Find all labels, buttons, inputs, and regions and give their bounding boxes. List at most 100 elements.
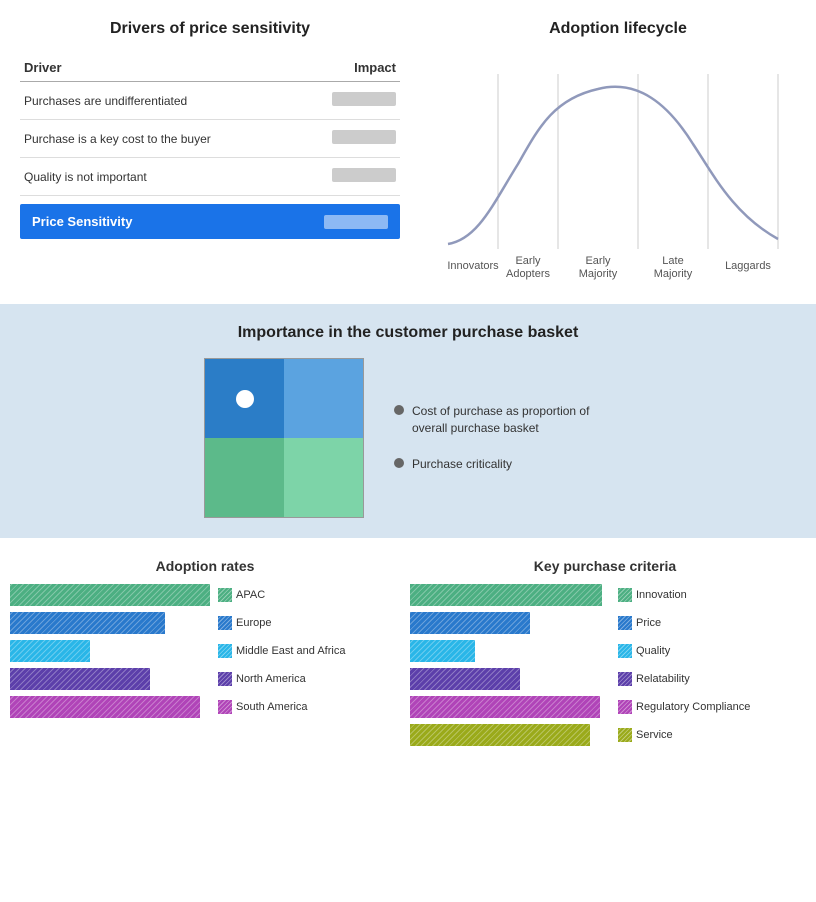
bar-legend: Quality	[618, 644, 776, 658]
quadrant-4	[284, 438, 363, 517]
bar-label-text: Quality	[636, 645, 776, 657]
bar-legend: North America	[218, 672, 376, 686]
bar-label-text: Innovation	[636, 589, 776, 601]
bar-container	[10, 612, 210, 634]
quadrant-2	[284, 359, 363, 438]
driver-impact	[297, 82, 400, 120]
bar-row: Price	[410, 612, 800, 634]
bar-legend: Middle East and Africa	[218, 644, 376, 658]
bar-hatch	[410, 640, 475, 662]
bar-label-text: South America	[236, 701, 376, 713]
bar-hatch	[410, 584, 602, 606]
bar	[10, 584, 210, 606]
middle-section: Importance in the customer purchase bask…	[0, 304, 816, 538]
legend-dot-1	[394, 405, 404, 415]
bar-hatch-icon	[218, 616, 232, 630]
bar-hatch	[10, 696, 200, 718]
table-row: Purchases are undifferentiated	[20, 82, 400, 120]
svg-text:Early: Early	[585, 255, 611, 267]
bar-label-text: Relatability	[636, 673, 776, 685]
bar-hatch-icon	[618, 700, 632, 714]
lifecycle-svg: Innovators Early Adopters Early Majority…	[438, 54, 798, 294]
bar-label-text: Price	[636, 617, 776, 629]
key-purchase-criteria: Key purchase criteria Innovation Price Qua…	[410, 558, 800, 752]
bar	[410, 724, 590, 746]
svg-text:Adopters: Adopters	[506, 268, 551, 280]
bar-container	[10, 668, 210, 690]
bar-legend: APAC	[218, 588, 376, 602]
right-panel: Adoption lifecycle Innovators Early Adop…	[420, 10, 816, 304]
bar	[410, 640, 475, 662]
adoption-rates-title: Adoption rates	[10, 558, 400, 574]
price-sensitivity-badge	[324, 215, 388, 229]
bar-container	[410, 724, 610, 746]
bar-hatch	[10, 668, 150, 690]
bar-legend: Relatability	[618, 672, 776, 686]
bar-row: Innovation	[410, 584, 800, 606]
col-impact: Impact	[297, 54, 400, 82]
medium-badge	[332, 92, 396, 106]
top-section: Drivers of price sensitivity Driver Impa…	[0, 0, 816, 304]
bar-label-text: Service	[636, 729, 776, 741]
legend-item-2: Purchase criticality	[394, 456, 612, 473]
bar-hatch-icon	[618, 616, 632, 630]
bar-hatch	[410, 724, 590, 746]
bar-legend: Service	[618, 728, 776, 742]
legend-text-2: Purchase criticality	[412, 456, 512, 473]
bar	[10, 612, 165, 634]
bar-hatch-icon	[618, 644, 632, 658]
bar-row: APAC	[10, 584, 400, 606]
svg-text:Late: Late	[662, 255, 683, 267]
bar-container	[410, 612, 610, 634]
bar-legend: South America	[218, 700, 376, 714]
bar-hatch-icon	[618, 728, 632, 742]
driver-name: Quality is not important	[20, 158, 297, 196]
bar-label-text: APAC	[236, 589, 376, 601]
driver-impact	[297, 120, 400, 158]
quadrant-box	[204, 358, 364, 518]
svg-text:Majority: Majority	[654, 268, 693, 280]
bar	[410, 584, 602, 606]
bottom-section: Adoption rates APAC Europe Middle East and…	[0, 538, 816, 762]
bar-hatch	[410, 696, 600, 718]
drivers-title: Drivers of price sensitivity	[20, 20, 400, 38]
bar-label-text: Regulatory Compliance	[636, 701, 776, 713]
bar-hatch	[410, 668, 520, 690]
table-row: Quality is not important	[20, 158, 400, 196]
bar-hatch	[410, 612, 530, 634]
svg-text:Innovators: Innovators	[447, 260, 499, 272]
driver-name: Purchases are undifferentiated	[20, 82, 297, 120]
bar-container	[10, 584, 210, 606]
purchase-bar-chart: Innovation Price Quality Relatability Regula…	[410, 584, 800, 746]
bar	[410, 612, 530, 634]
lifecycle-chart: Innovators Early Adopters Early Majority…	[438, 54, 798, 294]
bar-hatch-icon	[618, 588, 632, 602]
adoption-rates: Adoption rates APAC Europe Middle East and…	[10, 558, 400, 752]
bar-hatch-icon	[618, 672, 632, 686]
bar-legend: Regulatory Compliance	[618, 700, 776, 714]
bar-legend: Europe	[218, 616, 376, 630]
legend-item-1: Cost of purchase as proportion of overal…	[394, 403, 612, 437]
bar-hatch-icon	[218, 588, 232, 602]
bar	[10, 640, 90, 662]
bar-row: Middle East and Africa	[10, 640, 400, 662]
medium-badge	[332, 168, 396, 182]
key-purchase-title: Key purchase criteria	[410, 558, 800, 574]
bar-container	[410, 640, 610, 662]
legend-items: Cost of purchase as proportion of overal…	[394, 403, 612, 473]
bar-container	[410, 696, 610, 718]
bar-hatch-icon	[218, 672, 232, 686]
bar-hatch	[10, 640, 90, 662]
bar	[10, 668, 150, 690]
bar-row: Quality	[410, 640, 800, 662]
driver-impact	[297, 158, 400, 196]
table-row: Purchase is a key cost to the buyer	[20, 120, 400, 158]
col-driver: Driver	[20, 54, 297, 82]
price-sensitivity-label: Price Sensitivity	[32, 214, 132, 229]
svg-text:Majority: Majority	[579, 268, 618, 280]
svg-text:Early: Early	[515, 255, 541, 267]
legend-text-1: Cost of purchase as proportion of overal…	[412, 403, 612, 437]
driver-table: Driver Impact Purchases are undifferenti…	[20, 54, 400, 196]
bar	[410, 696, 600, 718]
quadrant-3	[205, 438, 284, 517]
